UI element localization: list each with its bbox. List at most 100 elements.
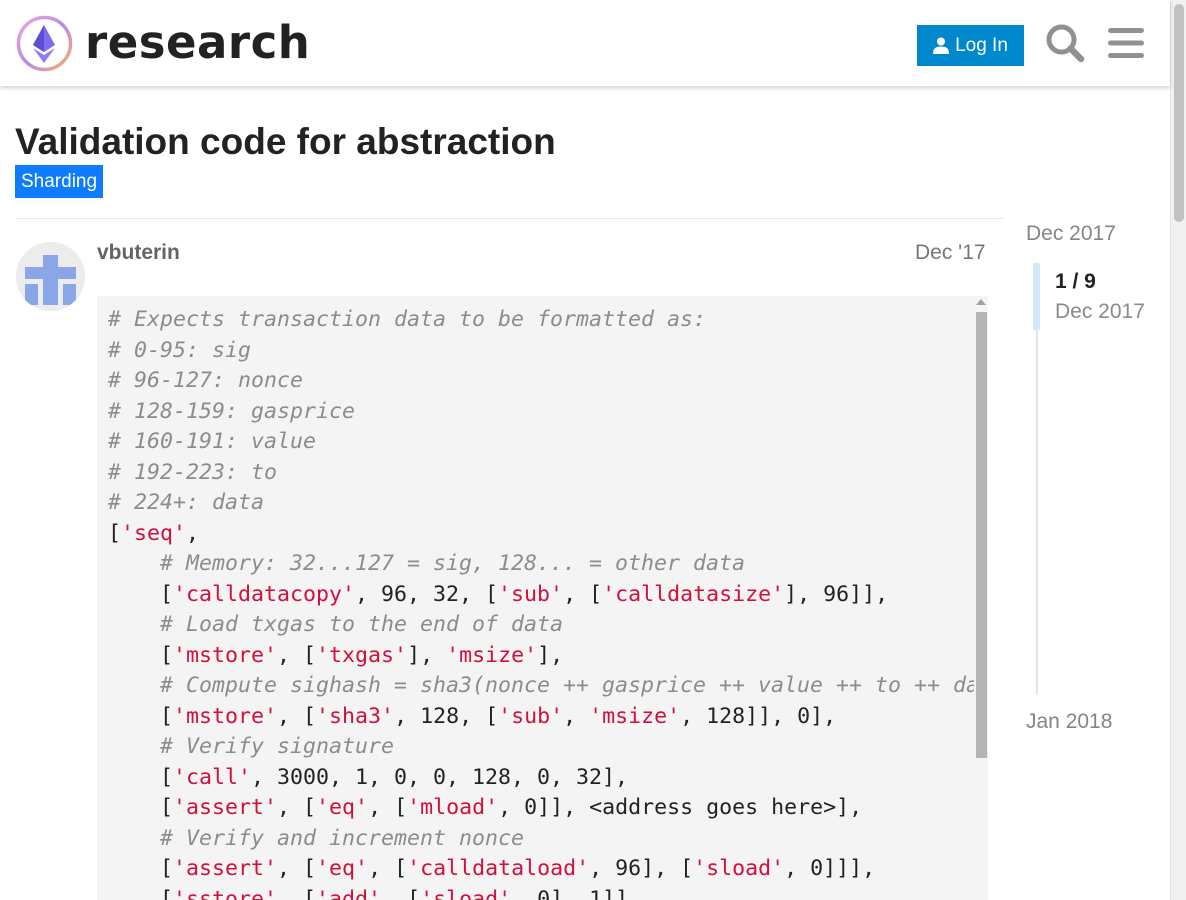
avatar[interactable]: [16, 242, 85, 311]
search-icon[interactable]: [1045, 23, 1085, 63]
code-string: 'call': [173, 764, 252, 790]
code-token: , 0]], <address goes here>],: [498, 795, 863, 820]
logo-icon[interactable]: [16, 15, 73, 72]
code-token: , 0]]],: [784, 856, 876, 881]
timeline-handle[interactable]: [1033, 263, 1040, 330]
code-string: 'sub': [498, 581, 564, 607]
code-token: , [: [381, 886, 421, 900]
code-comment: # Expects transaction data to be formatt…: [108, 307, 707, 332]
code-comment: # 160-191: value: [108, 429, 317, 454]
code-line: # 0-95: sig: [108, 338, 251, 363]
code-string: 'calldatasize': [602, 581, 785, 607]
title-divider: [15, 218, 1004, 219]
code-string: 'seq': [121, 520, 187, 546]
timeline-start-date[interactable]: Dec 2017: [1026, 221, 1116, 247]
code-string: 'eq': [316, 795, 369, 820]
code-token: ],: [537, 642, 564, 668]
scroll-up-icon[interactable]: [976, 299, 986, 305]
avatar-pattern-icon: [16, 242, 85, 311]
code-token: , [: [368, 795, 408, 820]
code-comment: # Verify signature: [160, 734, 395, 759]
page-scrollbar-thumb[interactable]: [1174, 4, 1184, 222]
code-string: 'eq': [316, 856, 369, 881]
code-line: # 128-159: gasprice: [108, 399, 355, 424]
code-token: , 128, [: [394, 703, 499, 729]
code-line: ['assert', ['eq', ['mload', 0]], <addres…: [108, 795, 862, 820]
page-scrollbar[interactable]: [1170, 0, 1186, 900]
code-block[interactable]: # Expects transaction data to be formatt…: [97, 296, 988, 900]
code-comment: # 224+: data: [108, 490, 265, 515]
site-header: research Log In: [0, 0, 1170, 86]
code-comment: # Verify and increment nonce: [160, 825, 525, 851]
code-line: # 160-191: value: [108, 429, 316, 454]
code-string: 'mload': [407, 795, 499, 820]
code-token: [: [108, 642, 174, 668]
code-token: [: [108, 795, 174, 820]
code-string: 'sstore': [173, 886, 278, 900]
code-scrollbar-thumb[interactable]: [976, 312, 987, 758]
code-string: 'sha3': [316, 703, 395, 729]
code-string: 'calldataload': [407, 856, 590, 881]
code-line: # 96-127: nonce: [108, 368, 303, 393]
code-token: , [: [277, 703, 317, 729]
code-line: # Expects transaction data to be formatt…: [108, 307, 706, 332]
code-string: 'txgas': [316, 642, 408, 668]
code-token: [: [108, 856, 174, 881]
code-content: # Expects transaction data to be formatt…: [108, 305, 988, 900]
timeline-end-date[interactable]: Jan 2018: [1026, 709, 1112, 735]
code-token: [: [108, 703, 174, 729]
code-string: 'add': [316, 886, 382, 900]
code-line: # 192-223: to: [108, 460, 277, 485]
category-badge[interactable]: Sharding: [15, 165, 104, 198]
code-string: 'mstore': [173, 642, 278, 668]
login-label: Log In: [955, 34, 1008, 56]
code-string: 'assert': [173, 856, 278, 881]
code-line: ['sstore', ['add', ['sload', 0], 1]],: [108, 887, 641, 900]
code-string: 'msize': [446, 642, 538, 668]
code-token: , 3000, 1, 0, 0, 128, 0, 32],: [251, 764, 629, 790]
code-string: 'assert': [173, 795, 278, 820]
code-line: # Load txgas to the end of data: [108, 612, 563, 637]
site-name[interactable]: research: [85, 16, 310, 70]
code-line: # Verify signature: [108, 734, 394, 759]
code-scrollbar[interactable]: [974, 296, 988, 900]
code-string: 'mstore': [173, 703, 278, 729]
code-token: , 96], [: [589, 856, 694, 881]
code-comment: # Load txgas to the end of data: [160, 612, 564, 637]
timeline-position: 1 / 9: [1055, 270, 1096, 293]
post-date[interactable]: Dec '17: [915, 240, 986, 266]
code-string: 'msize': [589, 703, 681, 729]
code-token: ], 96]],: [784, 581, 889, 607]
code-line: ['calldatacopy', 96, 32, ['sub', ['calld…: [108, 582, 888, 607]
code-token: , [: [368, 856, 408, 881]
post-username[interactable]: vbuterin: [97, 240, 180, 266]
code-token: , 0], 1]],: [511, 886, 642, 900]
code-line: # Compute sighash = sha3(nonce ++ gaspri…: [108, 673, 988, 698]
code-token: [: [108, 520, 122, 546]
code-string: 'calldatacopy': [173, 581, 356, 607]
code-token: ,: [186, 520, 200, 546]
code-token: [: [108, 764, 174, 790]
code-string: 'sload': [420, 886, 512, 900]
code-token: , [: [277, 642, 317, 668]
user-icon: [933, 37, 950, 54]
code-token: , [: [277, 856, 317, 881]
code-token: [: [108, 886, 174, 900]
code-string: 'sub': [498, 703, 564, 729]
code-comment: # 128-159: gasprice: [108, 398, 356, 424]
code-line: ['call', 3000, 1, 0, 0, 128, 0, 32],: [108, 765, 628, 790]
code-line: ['assert', ['eq', ['calldataload', 96], …: [108, 856, 875, 881]
code-token: [: [108, 581, 174, 607]
timeline-position-date: Dec 2017: [1055, 300, 1145, 323]
code-comment: # Compute sighash = sha3(nonce ++ gaspri…: [160, 673, 988, 698]
topic-title[interactable]: Validation code for abstraction: [15, 120, 556, 164]
code-token: ,: [563, 703, 590, 729]
menu-icon[interactable]: [1108, 27, 1144, 59]
code-string: 'sload': [693, 856, 785, 881]
code-line: # Verify and increment nonce: [108, 826, 524, 851]
login-button[interactable]: Log In: [917, 25, 1024, 66]
